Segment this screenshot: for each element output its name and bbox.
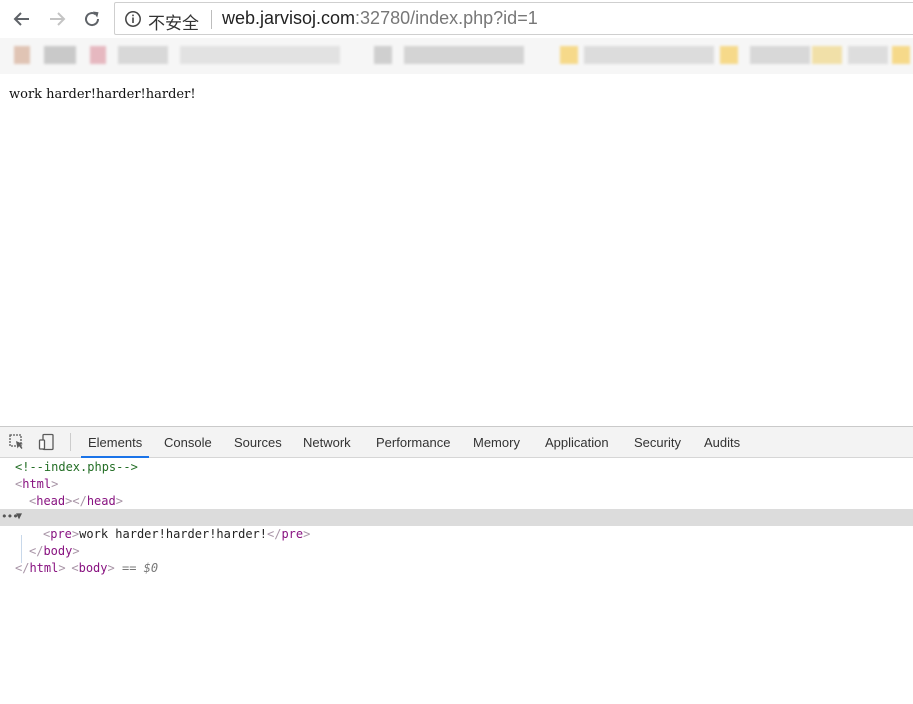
tab-application[interactable]: Application <box>545 427 609 458</box>
url-host: web.jarvisoj.com <box>222 8 356 28</box>
pre-text-content: work harder!harder!harder! <box>79 527 267 542</box>
bookmarks-bar <box>0 38 913 74</box>
dom-node-body-close[interactable]: </body> <box>0 543 913 560</box>
reload-button[interactable] <box>81 8 103 30</box>
dom-node-comment[interactable]: <!--index.phps--> <box>0 459 913 476</box>
indent-guide <box>21 535 22 563</box>
address-separator <box>211 10 212 29</box>
tab-security[interactable]: Security <box>634 427 681 458</box>
bracket: > <box>58 560 66 575</box>
tag-body-close: body <box>43 543 73 558</box>
tag-pre-open: pre <box>50 527 72 542</box>
bracket: </ <box>267 527 282 542</box>
tab-network[interactable]: Network <box>303 427 351 458</box>
dom-node-pre[interactable]: <pre>work harder!harder!harder!</pre> <box>0 526 913 543</box>
tabbar-divider <box>70 433 71 451</box>
tag-html: html <box>22 476 52 491</box>
bracket: </ <box>29 543 44 558</box>
devtools-panel: Elements Console Sources Network Perform… <box>0 426 913 704</box>
comment-text: <!--index.phps--> <box>15 460 138 474</box>
tab-sources[interactable]: Sources <box>234 427 282 458</box>
page-body-text: work harder!harder!harder! <box>9 87 196 102</box>
tag-head-open: head <box>36 493 66 508</box>
bookmark-item[interactable] <box>892 46 910 64</box>
tab-performance[interactable]: Performance <box>376 427 450 458</box>
inspect-element-icon[interactable] <box>8 433 26 451</box>
bookmark-item[interactable] <box>14 46 30 64</box>
tab-memory[interactable]: Memory <box>473 427 520 458</box>
devtools-tabbar: Elements Console Sources Network Perform… <box>0 427 913 458</box>
dom-node-head[interactable]: <head></head> <box>0 493 913 510</box>
forward-button[interactable] <box>46 8 68 30</box>
page-content: work harder!harder!harder! <box>0 74 913 426</box>
info-icon[interactable] <box>124 10 142 28</box>
bracket: > <box>115 493 123 508</box>
bookmark-item[interactable] <box>180 46 340 64</box>
bracket: > <box>303 527 311 542</box>
url-text[interactable]: web.jarvisoj.com:32780/index.php?id=1 <box>222 8 538 29</box>
bookmark-item[interactable] <box>720 46 738 64</box>
collapse-triangle-icon[interactable]: ▼ <box>16 509 22 526</box>
tab-elements[interactable]: Elements <box>81 427 150 458</box>
bookmark-item[interactable] <box>90 46 106 64</box>
back-button[interactable] <box>11 8 33 30</box>
bookmark-item[interactable] <box>750 46 810 64</box>
dom-node-html[interactable]: <html> <box>0 476 913 493</box>
dom-node-body-selected[interactable]: ••• ▼ <body> == $0 <box>0 509 913 575</box>
bookmark-item[interactable] <box>812 46 842 64</box>
bookmark-item[interactable] <box>118 46 168 64</box>
forward-arrow-icon <box>50 12 66 26</box>
bookmark-item[interactable] <box>404 46 524 64</box>
address-bar[interactable]: 不安全 web.jarvisoj.com:32780/index.php?id=… <box>114 2 913 35</box>
tab-audits[interactable]: Audits <box>704 427 740 458</box>
tag-head-close: head <box>86 493 116 508</box>
bookmark-item[interactable] <box>584 46 714 64</box>
bookmark-item[interactable] <box>44 46 76 64</box>
bracket: ></ <box>65 493 87 508</box>
dom-node-html-close[interactable]: </html> <box>0 560 913 577</box>
bookmark-item[interactable] <box>374 46 392 64</box>
tag-html-close: html <box>29 560 59 575</box>
bookmark-item[interactable] <box>848 46 888 64</box>
back-arrow-icon <box>13 12 29 26</box>
reload-icon <box>85 11 100 27</box>
bracket: > <box>51 476 59 491</box>
tab-console[interactable]: Console <box>164 427 212 458</box>
bracket: > <box>72 543 80 558</box>
browser-toolbar: 不安全 web.jarvisoj.com:32780/index.php?id=… <box>0 0 913 38</box>
bookmark-item[interactable] <box>560 46 578 64</box>
bracket: </ <box>15 560 30 575</box>
device-toolbar-icon[interactable] <box>38 433 56 451</box>
elements-dom-tree: <!--index.phps--> <html> <head></head> •… <box>0 459 913 577</box>
security-status-label[interactable]: 不安全 <box>148 9 199 34</box>
tag-pre-close: pre <box>281 527 304 542</box>
url-path: :32780/index.php?id=1 <box>355 8 538 28</box>
